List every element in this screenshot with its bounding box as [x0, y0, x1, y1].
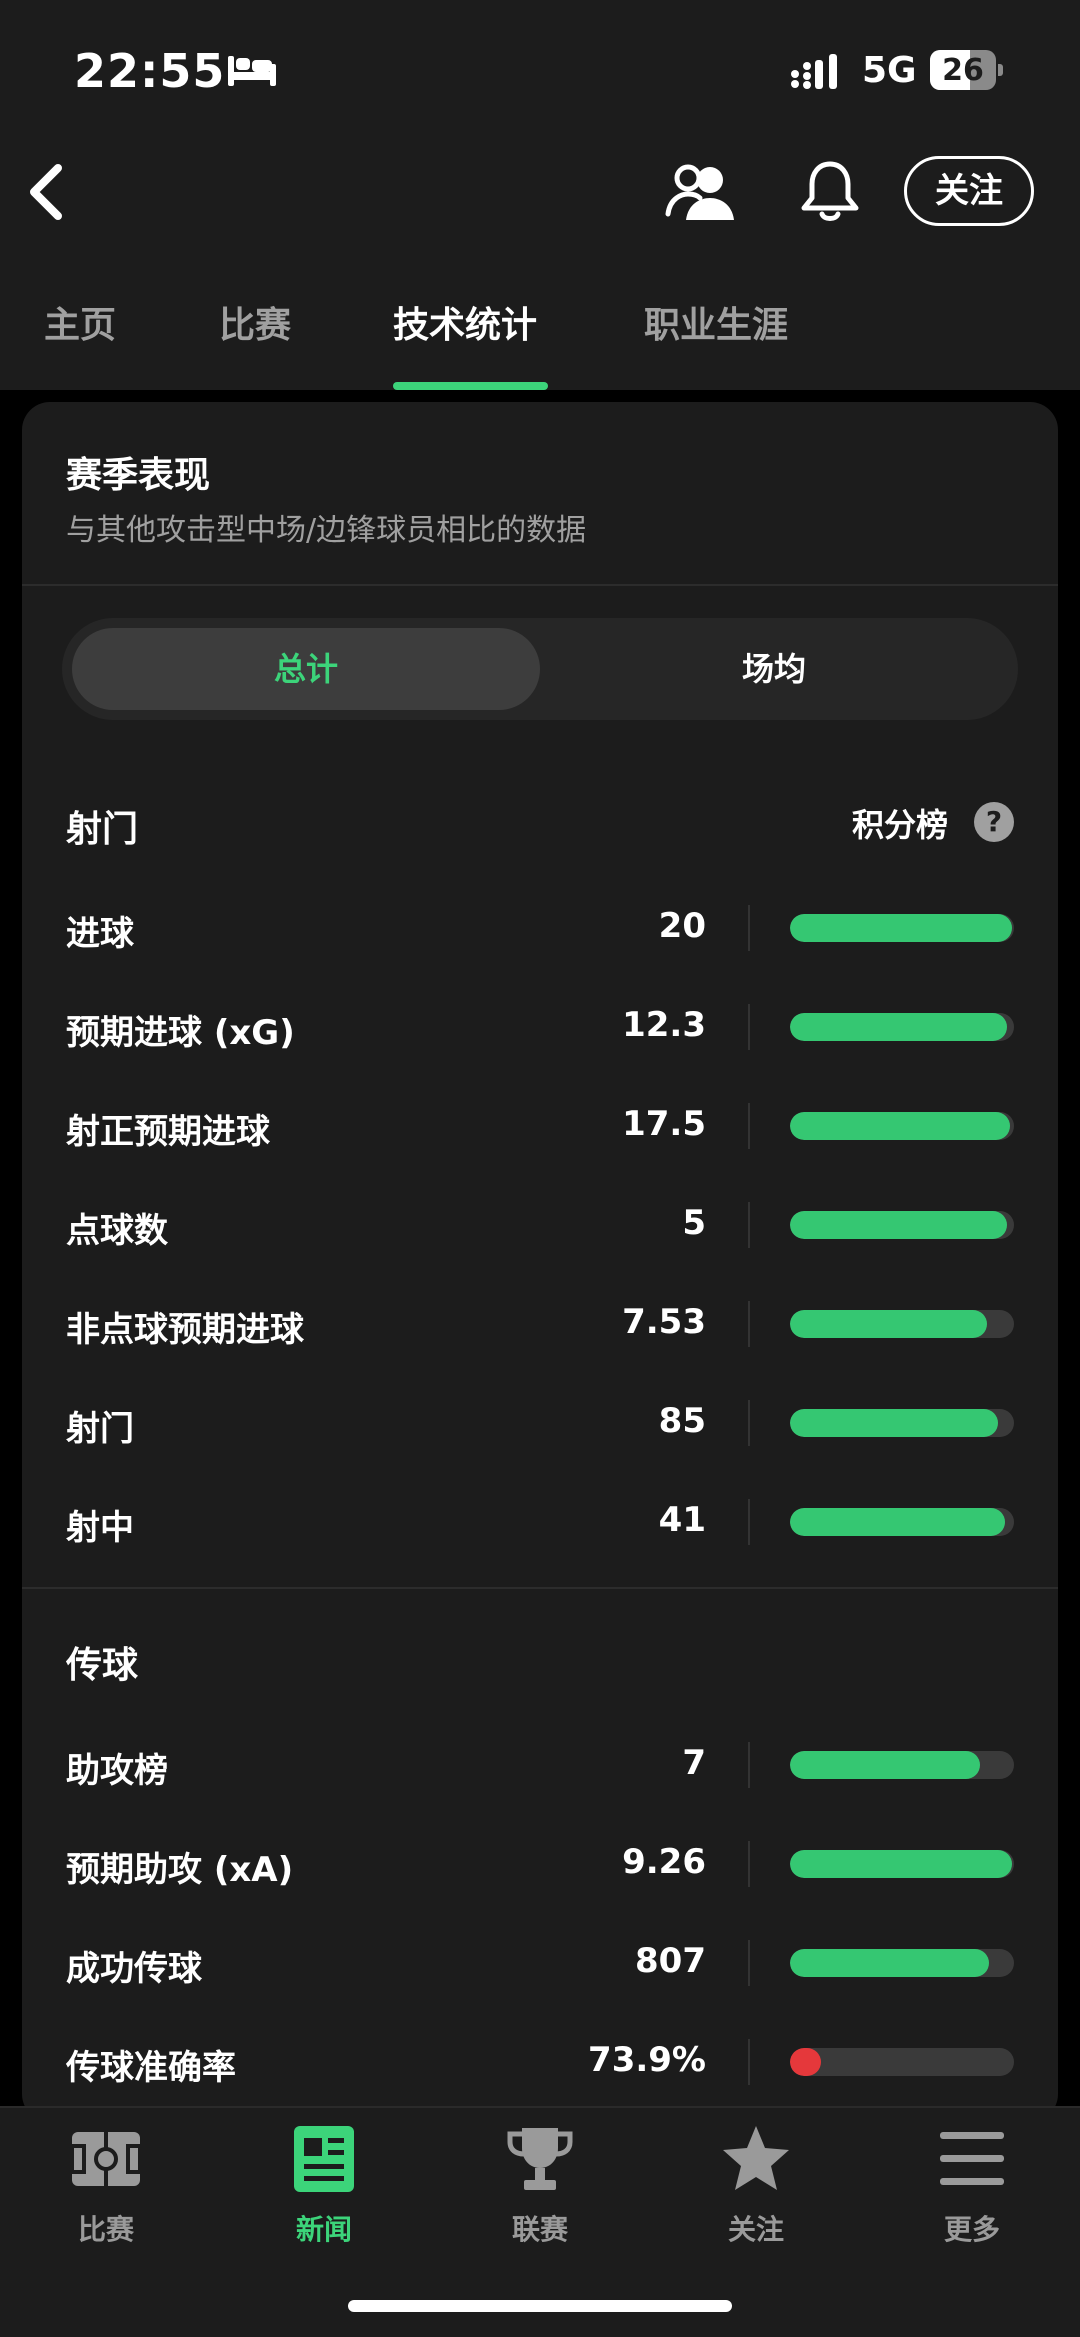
- percentile-bar: [790, 1310, 1014, 1338]
- rank-label[interactable]: 积分榜: [852, 800, 948, 846]
- battery-icon: 26: [930, 50, 1004, 90]
- stat-label: 助攻榜: [66, 1751, 168, 1791]
- tab-career[interactable]: 职业生涯: [644, 296, 788, 348]
- percentile-bar: [790, 1409, 1014, 1437]
- percentile-bar: [790, 1949, 1014, 1977]
- percentile-bar-fill: [790, 1949, 990, 1977]
- stat-value: 12.3: [622, 1005, 706, 1045]
- percentile-bar-fill: [790, 1013, 1008, 1041]
- row-separator: [748, 1202, 750, 1248]
- row-separator: [748, 1940, 750, 1986]
- percentile-bar-fill: [790, 1850, 1012, 1878]
- stat-value: 41: [658, 1500, 706, 1540]
- percentile-bar: [790, 1211, 1014, 1239]
- stat-value: 17.5: [622, 1104, 706, 1144]
- back-arrow-icon[interactable]: [22, 160, 72, 224]
- stat-label: 成功传球: [66, 1949, 202, 1989]
- stat-label: 非点球预期进球: [66, 1310, 304, 1350]
- percentile-bar: [790, 1751, 1014, 1779]
- percentile-bar-fill: [790, 2048, 822, 2076]
- percentile-bar-fill: [790, 1409, 999, 1437]
- percentile-bar-fill: [790, 1211, 1008, 1239]
- percentile-bar-fill: [790, 914, 1012, 942]
- stat-label: 点球数: [66, 1211, 168, 1251]
- segment-total[interactable]: 总计: [72, 628, 540, 710]
- tab-home[interactable]: 主页: [44, 296, 116, 348]
- status-time: 22:55: [74, 44, 226, 98]
- stat-value: 7.53: [622, 1302, 706, 1342]
- stat-label: 进球: [66, 914, 134, 954]
- row-separator: [748, 1499, 750, 1545]
- help-icon[interactable]: ?: [974, 802, 1014, 842]
- follow-button[interactable]: 关注: [904, 156, 1034, 226]
- row-separator: [748, 2039, 750, 2085]
- stat-value: 9.26: [622, 1842, 706, 1882]
- stat-value: 807: [635, 1941, 706, 1981]
- percentile-bar-fill: [790, 1112, 1010, 1140]
- stat-label: 射正预期进球: [66, 1112, 270, 1152]
- segment-per-game[interactable]: 场均: [540, 628, 1008, 710]
- row-separator: [748, 1301, 750, 1347]
- sleep-focus-icon: [228, 56, 276, 86]
- nav-label-following[interactable]: 关注: [686, 2208, 826, 2248]
- percentile-bar: [790, 1013, 1014, 1041]
- percentile-bar: [790, 1850, 1014, 1878]
- stat-value: 20: [658, 906, 706, 946]
- percentile-bar-fill: [790, 1310, 988, 1338]
- menu-icon[interactable]: [934, 2124, 1010, 2194]
- stat-label: 射中: [66, 1508, 134, 1548]
- tab-stats[interactable]: 技术统计: [393, 296, 537, 348]
- nav-label-more[interactable]: 更多: [902, 2208, 1042, 2248]
- row-separator: [748, 1103, 750, 1149]
- percentile-bar: [790, 1508, 1014, 1536]
- percentile-bar: [790, 914, 1014, 942]
- notification-bell-icon[interactable]: [798, 158, 862, 224]
- signal-icon: [791, 54, 837, 89]
- divider: [22, 1587, 1058, 1589]
- stat-label: 传球准确率: [66, 2048, 236, 2088]
- percentile-bar: [790, 1112, 1014, 1140]
- stat-value: 5: [682, 1203, 706, 1243]
- stat-value: 7: [682, 1743, 706, 1783]
- news-icon[interactable]: [286, 2124, 362, 2194]
- row-separator: [748, 1742, 750, 1788]
- divider: [22, 584, 1058, 586]
- card-subtitle: 与其他攻击型中场/边锋球员相比的数据: [66, 513, 587, 548]
- stat-label: 预期助攻 (xA): [66, 1850, 294, 1890]
- row-separator: [748, 1004, 750, 1050]
- star-icon[interactable]: [718, 2124, 794, 2194]
- row-separator: [748, 905, 750, 951]
- row-separator: [748, 1400, 750, 1446]
- percentile-bar-fill: [790, 1508, 1006, 1536]
- trophy-icon[interactable]: [502, 2124, 578, 2194]
- section-title-passing: 传球: [66, 1645, 139, 1686]
- home-indicator: [348, 2300, 732, 2312]
- nav-label-news[interactable]: 新闻: [254, 2208, 394, 2248]
- percentile-bar: [790, 2048, 1014, 2076]
- network-type: 5G: [862, 50, 917, 91]
- active-tab-indicator: [393, 382, 548, 390]
- section-title-shooting: 射门: [66, 809, 139, 850]
- nav-label-leagues[interactable]: 联赛: [470, 2208, 610, 2248]
- pitch-icon[interactable]: [68, 2124, 144, 2194]
- compare-players-icon[interactable]: [664, 160, 736, 224]
- stat-label: 预期进球 (xG): [66, 1013, 295, 1053]
- stat-value: 73.9%: [588, 2040, 706, 2080]
- nav-label-matches[interactable]: 比赛: [36, 2208, 176, 2248]
- battery-level: 26: [942, 53, 984, 88]
- row-separator: [748, 1841, 750, 1887]
- stat-value: 85: [658, 1401, 706, 1441]
- stat-label: 射门: [66, 1409, 134, 1449]
- tab-matches[interactable]: 比赛: [219, 296, 291, 348]
- card-title: 赛季表现: [66, 455, 211, 496]
- percentile-bar-fill: [790, 1751, 981, 1779]
